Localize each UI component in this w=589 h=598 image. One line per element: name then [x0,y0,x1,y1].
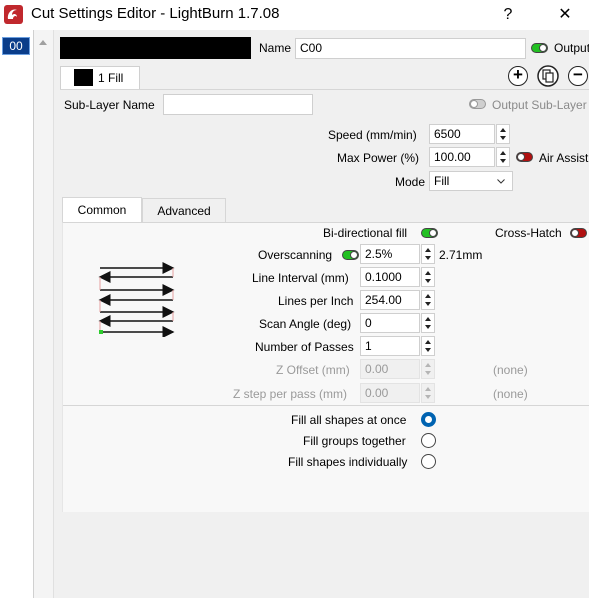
mode-label: Mode [395,175,426,189]
overscanning-input[interactable]: 2.5% [360,244,420,264]
scan-angle-spinner[interactable] [421,313,435,333]
chevron-down-icon [497,179,505,184]
sublayer-color-swatch [74,69,93,86]
speed-label: Speed (mm/min) [328,128,417,142]
scroll-up-arrow-icon[interactable] [38,38,48,46]
passes-label: Number of Passes [255,340,354,354]
output-toggle[interactable] [531,43,548,53]
cross-hatch-toggle[interactable] [570,228,587,238]
sublayer-name-input[interactable] [163,94,313,115]
overscanning-label: Overscanning [258,248,333,262]
fill-individually-radio[interactable] [421,454,436,469]
sublayer-tab-underline [60,89,589,90]
z-step-spinner[interactable] [421,383,435,403]
fill-options-divider [63,405,589,406]
fill-groups-together-radio[interactable] [421,433,436,448]
passes-spinner[interactable] [421,336,435,356]
output-sublayer-label: Output Sub-Layer [492,98,587,112]
lines-per-inch-label: Lines per Inch [278,294,354,308]
layer-list-scrollbar[interactable] [34,30,54,598]
overscanning-spinner[interactable] [421,244,435,264]
fill-all-at-once-radio[interactable] [421,412,436,427]
passes-input[interactable]: 1 [360,336,420,356]
max-power-input[interactable]: 100.00 [429,147,495,167]
output-sublayer-toggle[interactable] [469,99,486,109]
line-interval-spinner[interactable] [421,267,435,287]
z-offset-spinner[interactable] [421,359,435,379]
fill-individually-label: Fill shapes individually [288,455,408,469]
mode-value: Fill [434,174,450,188]
speed-spinner[interactable] [496,124,510,144]
sublayer-tab-label: 1 Fill [98,71,124,85]
fill-all-at-once-label: Fill all shapes at once [291,413,407,427]
add-sublayer-icon[interactable]: + [508,66,528,86]
layer-name-label: Name [259,41,292,55]
output-label: Output [554,41,589,55]
max-power-spinner[interactable] [496,147,510,167]
lines-per-inch-spinner[interactable] [421,290,435,310]
overscanning-computed: 2.71mm [439,248,483,262]
close-button[interactable]: ✕ [545,2,585,28]
bidirectional-fill-label: Bi-directional fill [323,226,408,240]
lines-per-inch-input[interactable]: 254.00 [360,290,420,310]
air-assist-toggle[interactable] [516,152,533,162]
scan-pattern-preview [98,262,175,337]
layer-name-input[interactable]: C00 [295,38,526,59]
help-button[interactable]: ? [488,2,528,28]
window-title: Cut Settings Editor - LightBurn 1.7.08 [31,5,280,22]
cross-hatch-label: Cross-Hatch [495,226,562,240]
bidirectional-fill-toggle[interactable] [421,228,438,238]
line-interval-label: Line Interval (mm) [252,271,349,285]
layer-list [0,30,34,598]
z-step-label: Z step per pass (mm) [233,387,348,401]
tab-common[interactable]: Common [62,197,142,223]
tab-advanced[interactable]: Advanced [142,198,226,223]
line-interval-input[interactable]: 0.1000 [360,267,420,287]
z-step-none: (none) [493,387,528,401]
air-assist-label: Air Assist [539,151,589,165]
z-step-input[interactable]: 0.00 [360,383,420,403]
scan-angle-input[interactable]: 0 [360,313,420,333]
z-offset-label: Z Offset (mm) [276,363,350,377]
sublayer-name-label: Sub-Layer Name [64,98,155,112]
max-power-label: Max Power (%) [337,151,420,165]
z-offset-none: (none) [493,363,528,377]
lightburn-logo-icon [4,5,23,24]
z-offset-input[interactable]: 0.00 [360,359,420,379]
layer-item-00[interactable]: 00 [2,37,30,55]
speed-input[interactable]: 6500 [429,124,495,144]
copy-sublayer-icon[interactable] [537,65,559,87]
scan-angle-label: Scan Angle (deg) [259,317,352,331]
layer-color-swatch[interactable] [60,37,251,59]
remove-sublayer-icon[interactable]: − [568,66,588,86]
overscanning-toggle[interactable] [342,250,359,260]
fill-groups-together-label: Fill groups together [303,434,406,448]
